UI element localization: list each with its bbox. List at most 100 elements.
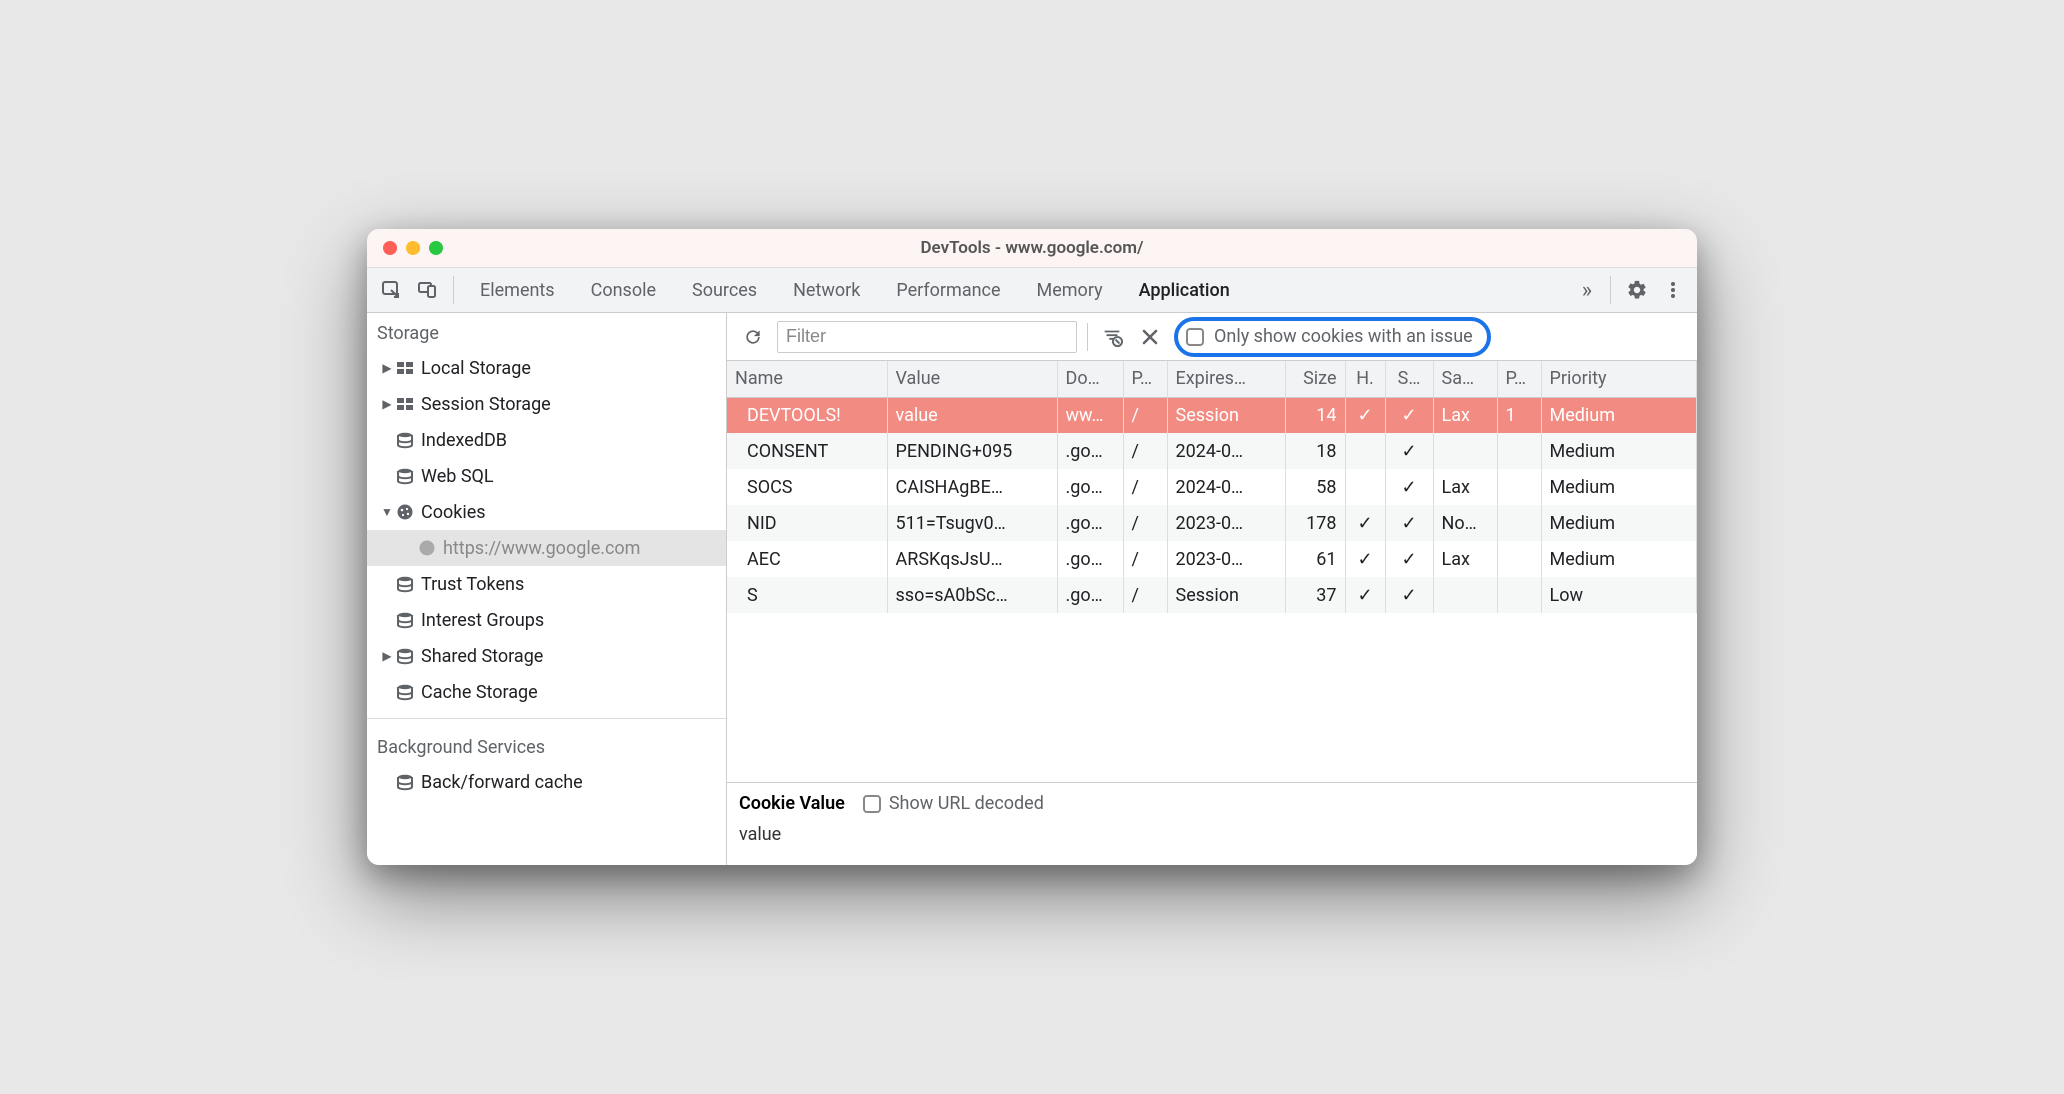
cell: ✓ — [1345, 577, 1385, 613]
tab-memory[interactable]: Memory — [1019, 267, 1121, 313]
settings-icon[interactable] — [1621, 274, 1653, 306]
cookie-detail: Cookie Value Show URL decoded value — [727, 782, 1697, 865]
grid-icon — [395, 359, 415, 377]
cell — [1497, 577, 1541, 613]
filter-input[interactable] — [777, 321, 1077, 353]
cookie-icon — [417, 539, 437, 557]
col-header[interactable]: H. — [1345, 361, 1385, 397]
sidebar-item-label: Interest Groups — [421, 610, 544, 631]
col-header[interactable]: Name — [727, 361, 887, 397]
cell: ✓ — [1385, 433, 1433, 469]
only-issues-checkbox[interactable] — [1186, 328, 1204, 346]
table-row[interactable]: Ssso=sA0bSc….go…/Session37✓✓Low — [727, 577, 1697, 613]
cookie-value-text: value — [739, 824, 1685, 845]
sidebar-item-indexeddb[interactable]: IndexedDB — [367, 422, 726, 458]
tab-application[interactable]: Application — [1121, 267, 1248, 313]
table-row[interactable]: CONSENTPENDING+095.go…/2024-0…18✓Medium — [727, 433, 1697, 469]
col-header[interactable]: S… — [1385, 361, 1433, 397]
main: Only show cookies with an issue NameValu… — [727, 313, 1697, 865]
col-header[interactable]: Do… — [1057, 361, 1123, 397]
refresh-icon[interactable] — [739, 323, 767, 351]
sidebar-item-cookies[interactable]: ▼ Cookies — [367, 494, 726, 530]
cell: / — [1123, 505, 1167, 541]
cell — [1497, 505, 1541, 541]
cell: .go… — [1057, 505, 1123, 541]
tab-console[interactable]: Console — [573, 267, 674, 313]
maximize-window-button[interactable] — [429, 241, 443, 255]
show-url-decoded-option[interactable]: Show URL decoded — [863, 793, 1044, 814]
cell: 18 — [1285, 433, 1345, 469]
db-icon — [395, 647, 415, 665]
chevron-right-icon[interactable]: ▶ — [379, 361, 395, 375]
cell: 58 — [1285, 469, 1345, 505]
sidebar-item-label: Local Storage — [421, 358, 531, 379]
cell: Lax — [1433, 541, 1497, 577]
sidebar-item-https-www-google-com[interactable]: https://www.google.com — [367, 530, 726, 566]
show-url-decoded-checkbox[interactable] — [863, 795, 881, 813]
chevron-down-icon[interactable]: ▼ — [379, 505, 395, 519]
col-header[interactable]: P… — [1123, 361, 1167, 397]
db-icon — [395, 575, 415, 593]
db-icon — [395, 773, 415, 791]
table-row[interactable]: AECARSKqsJsU….go…/2023-0…61✓✓LaxMedium — [727, 541, 1697, 577]
table-row[interactable]: SOCSCAISHAgBE….go…/2024-0…58✓LaxMedium — [727, 469, 1697, 505]
col-header[interactable]: Size — [1285, 361, 1345, 397]
sidebar-item-back-forward-cache[interactable]: Back/forward cache — [367, 764, 726, 800]
cell: CAISHAgBE… — [887, 469, 1057, 505]
col-header[interactable]: P… — [1497, 361, 1541, 397]
sidebar-item-trust-tokens[interactable]: Trust Tokens — [367, 566, 726, 602]
divider — [367, 718, 726, 719]
cell: sso=sA0bSc… — [887, 577, 1057, 613]
minimize-window-button[interactable] — [406, 241, 420, 255]
col-header[interactable]: Value — [887, 361, 1057, 397]
tab-performance[interactable]: Performance — [878, 267, 1018, 313]
cookies-table-wrap: NameValueDo…P…Expires…SizeH.S…Sa…P…Prior… — [727, 361, 1697, 782]
sidebar-item-cache-storage[interactable]: Cache Storage — [367, 674, 726, 710]
cell — [1345, 433, 1385, 469]
sidebar-item-interest-groups[interactable]: Interest Groups — [367, 602, 726, 638]
more-tabs-button[interactable]: » — [1572, 278, 1602, 303]
tab-sources[interactable]: Sources — [674, 267, 775, 313]
close-window-button[interactable] — [383, 241, 397, 255]
only-issues-option[interactable]: Only show cookies with an issue — [1174, 317, 1491, 357]
device-toggle-icon[interactable] — [411, 274, 443, 306]
divider — [1610, 276, 1611, 304]
tab-elements[interactable]: Elements — [462, 267, 573, 313]
sidebar-item-label: Cookies — [421, 502, 486, 523]
table-row[interactable]: NID511=Tsugv0….go…/2023-0…178✓✓No…Medium — [727, 505, 1697, 541]
col-header[interactable]: Expires… — [1167, 361, 1285, 397]
sidebar-item-session-storage[interactable]: ▶ Session Storage — [367, 386, 726, 422]
sidebar-item-label: Session Storage — [421, 394, 551, 415]
db-icon — [395, 611, 415, 629]
tab-network[interactable]: Network — [775, 267, 878, 313]
cell: .go… — [1057, 577, 1123, 613]
col-header[interactable]: Priority — [1541, 361, 1697, 397]
cell: 2024-0… — [1167, 469, 1285, 505]
cell: / — [1123, 433, 1167, 469]
cookie-icon — [395, 503, 415, 521]
chevron-right-icon[interactable]: ▶ — [379, 397, 395, 411]
sidebar-item-web-sql[interactable]: Web SQL — [367, 458, 726, 494]
sidebar-item-label: Shared Storage — [421, 646, 543, 667]
cell: ARSKqsJsU… — [887, 541, 1057, 577]
inspect-icon[interactable] — [375, 274, 407, 306]
col-header[interactable]: Sa… — [1433, 361, 1497, 397]
cell: .go… — [1057, 469, 1123, 505]
cell: / — [1123, 541, 1167, 577]
cell: 2023-0… — [1167, 541, 1285, 577]
cell: Lax — [1433, 469, 1497, 505]
chevron-right-icon[interactable]: ▶ — [379, 649, 395, 663]
table-row[interactable]: DEVTOOLS!valueww…/Session14✓✓Lax1Medium — [727, 397, 1697, 433]
cell: AEC — [727, 541, 887, 577]
cookies-table[interactable]: NameValueDo…P…Expires…SizeH.S…Sa…P…Prior… — [727, 361, 1697, 613]
sidebar-item-shared-storage[interactable]: ▶ Shared Storage — [367, 638, 726, 674]
cell: Session — [1167, 397, 1285, 433]
cell — [1497, 469, 1541, 505]
divider — [1087, 323, 1088, 351]
clear-filter-icon[interactable] — [1098, 323, 1126, 351]
kebab-menu-icon[interactable] — [1657, 274, 1689, 306]
cell: / — [1123, 469, 1167, 505]
clear-all-icon[interactable] — [1136, 323, 1164, 351]
cell: 37 — [1285, 577, 1345, 613]
sidebar-item-local-storage[interactable]: ▶ Local Storage — [367, 350, 726, 386]
